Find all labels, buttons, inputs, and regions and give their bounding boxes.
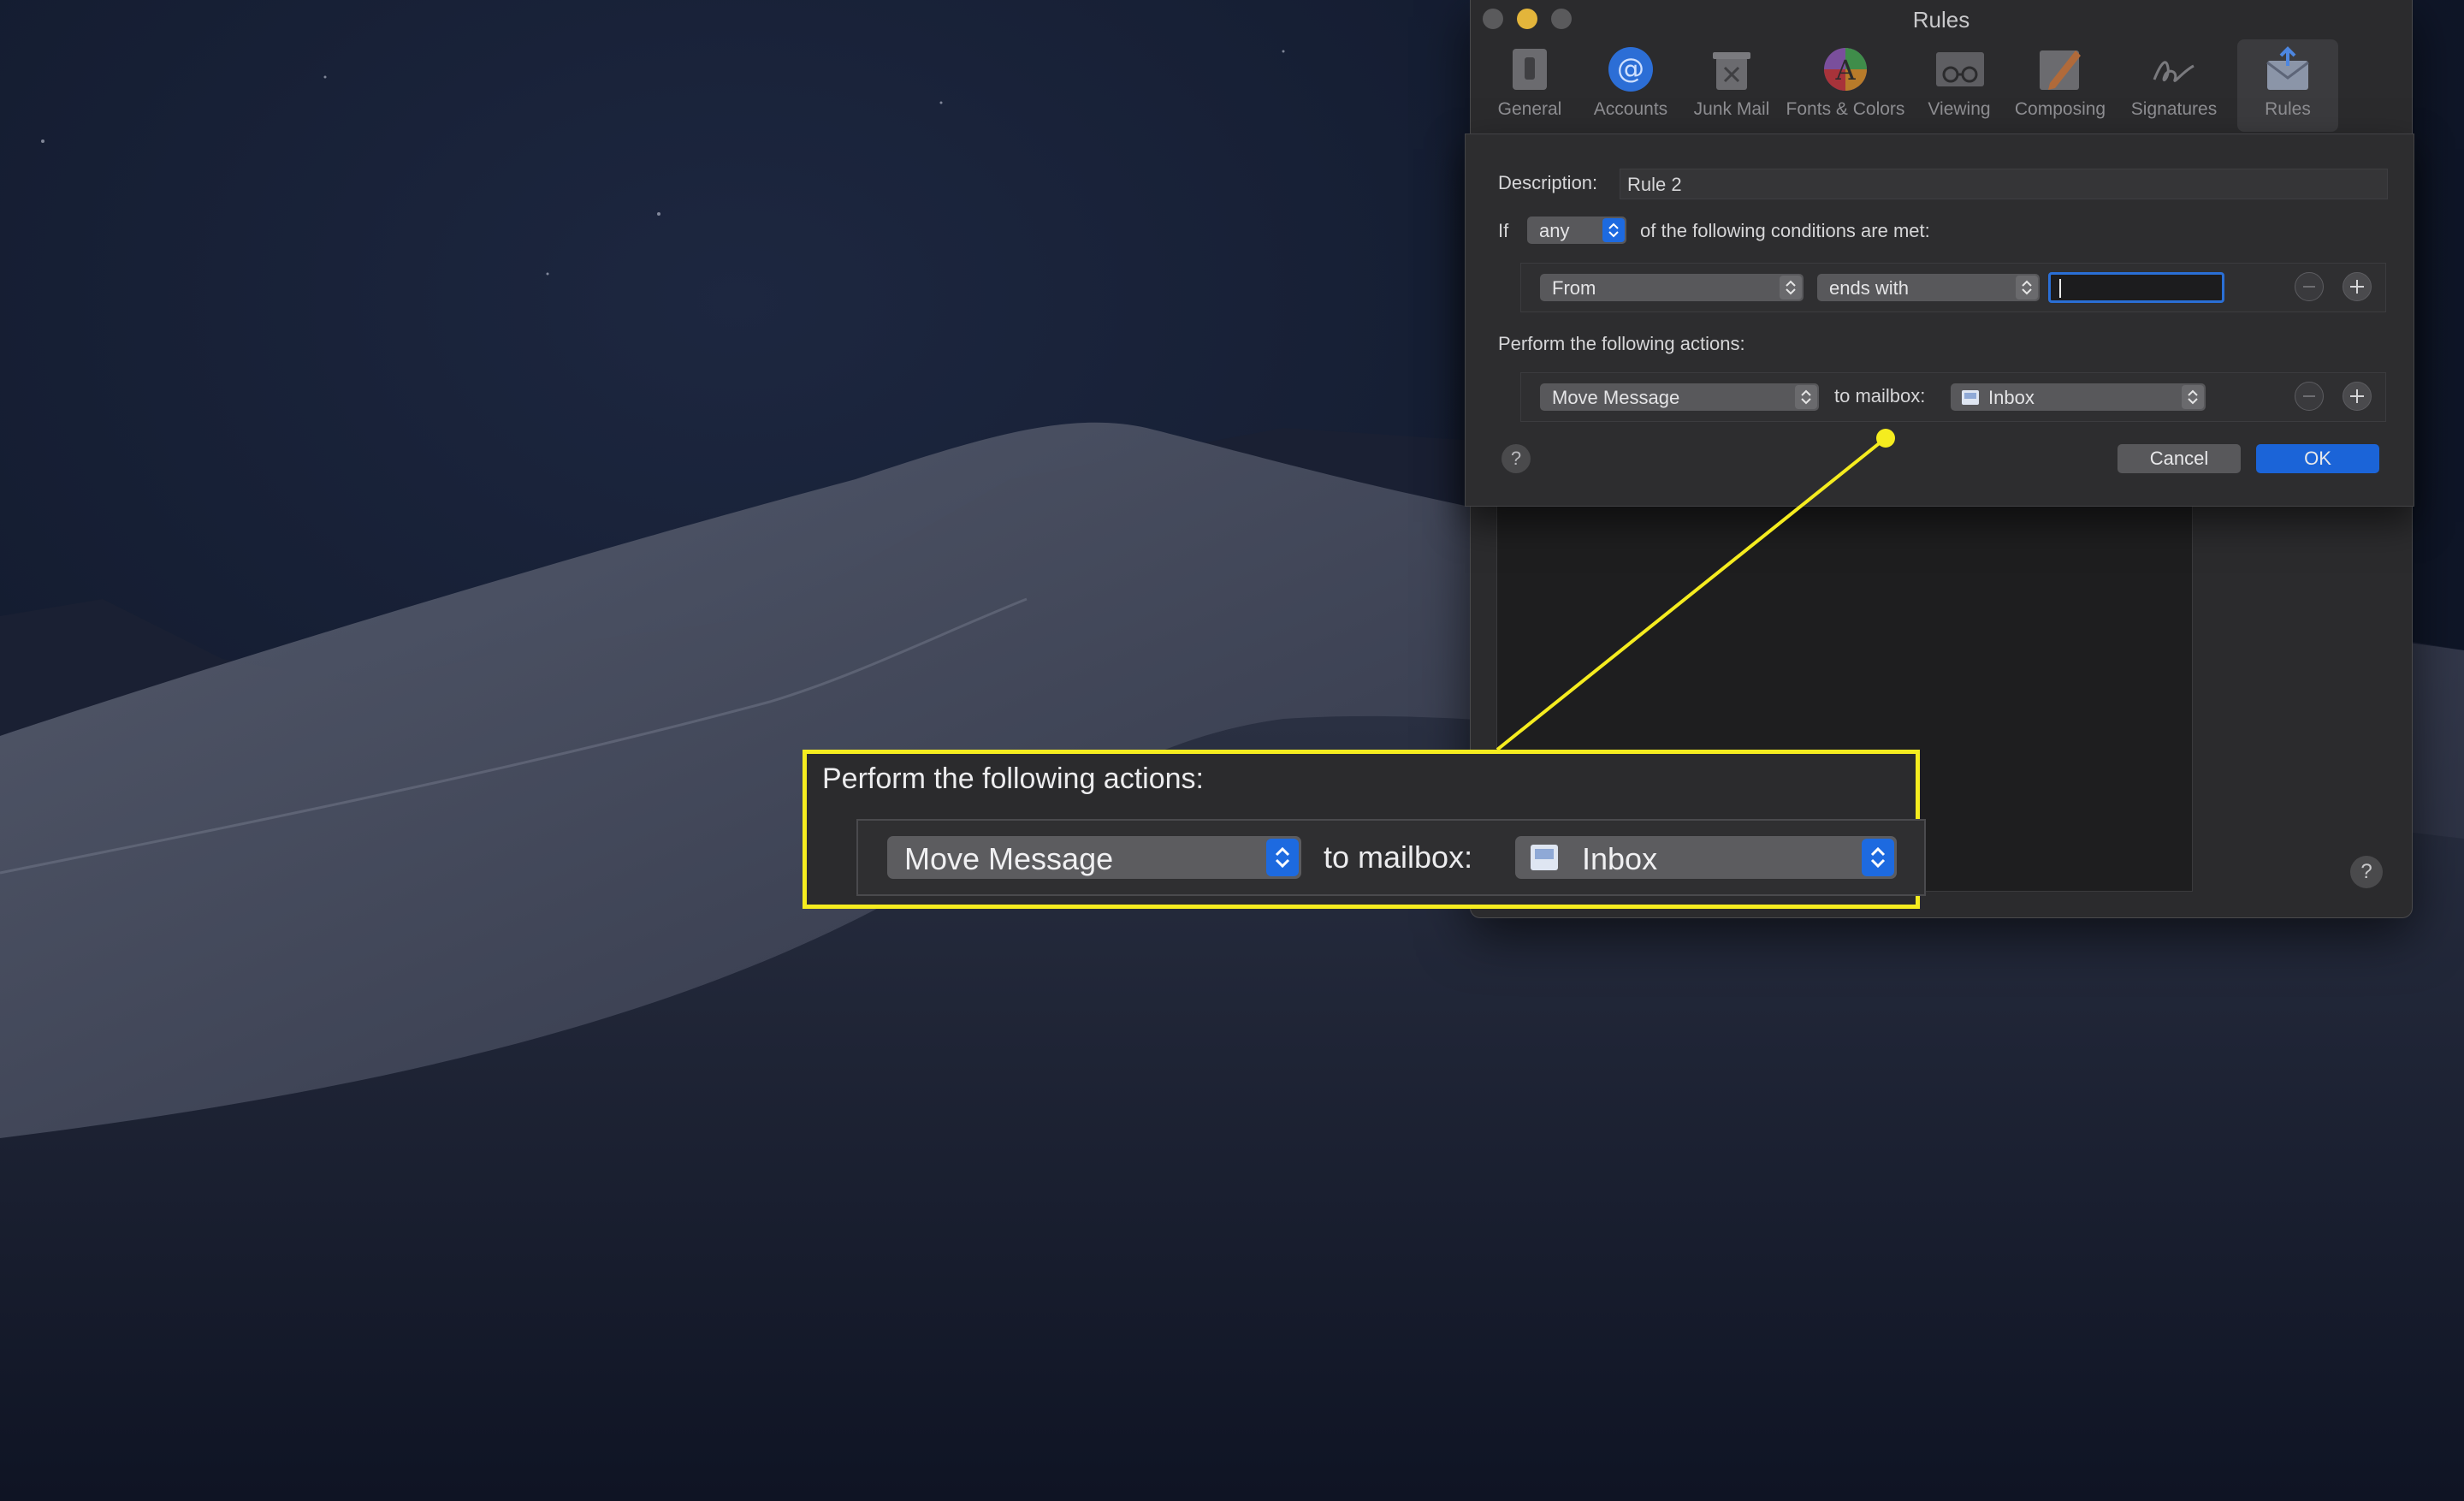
toolbar-item-rules[interactable]: Rules: [2237, 39, 2338, 132]
description-value: Rule 2: [1627, 174, 1682, 195]
add-condition-button[interactable]: [2343, 272, 2372, 301]
actions-label: Perform the following actions:: [1498, 333, 1745, 354]
match-popup[interactable]: any: [1527, 217, 1626, 244]
add-action-button[interactable]: [2343, 382, 2372, 411]
remove-condition-button[interactable]: [2295, 272, 2324, 301]
condition-field-popup[interactable]: From: [1540, 274, 1804, 301]
color-wheel-icon: A: [1821, 44, 1870, 94]
conditions-text: of the following conditions are met:: [1640, 220, 1930, 241]
toolbar-item-fonts-colors[interactable]: A Fonts & Colors: [1782, 39, 1909, 132]
callout-action-row: Move Message to mailbox: Inbox: [856, 819, 1926, 896]
callout-heading: Perform the following actions:: [822, 762, 1204, 795]
description-label: Description:: [1498, 172, 1598, 193]
toolbar-label: General: [1497, 99, 1562, 119]
envelope-icon: [2263, 44, 2313, 94]
action-row: Move Message to mailbox: Inbox: [1520, 372, 2386, 422]
updown-arrows-icon: [1266, 839, 1299, 876]
toolbar-label: Viewing: [1928, 99, 1991, 119]
mailbox-popup[interactable]: Inbox: [1951, 383, 2206, 411]
match-popup-value: any: [1539, 220, 1570, 241]
callout-action-value: Move Message: [904, 841, 1114, 876]
toolbar-label: Fonts & Colors: [1786, 99, 1905, 119]
toolbar-label: Composing: [2014, 99, 2106, 119]
condition-operator-popup[interactable]: ends with: [1817, 274, 2040, 301]
toolbar-item-viewing[interactable]: Viewing: [1909, 39, 2010, 132]
to-mailbox-label: to mailbox:: [1834, 385, 1926, 406]
pencil-icon: [2035, 44, 2085, 94]
callout-action-popup: Move Message: [887, 836, 1301, 879]
toolbar-item-junk-mail[interactable]: Junk Mail: [1681, 39, 1782, 132]
updown-arrows-icon: [1780, 276, 1802, 300]
preferences-help-button[interactable]: ?: [2350, 856, 2383, 888]
sheet-help-button[interactable]: ?: [1502, 444, 1531, 473]
ok-button[interactable]: OK: [2256, 444, 2379, 473]
cancel-button[interactable]: Cancel: [2118, 444, 2241, 473]
condition-operator-value: ends with: [1829, 277, 1909, 299]
toolbar-item-general[interactable]: General: [1479, 39, 1580, 132]
updown-arrows-icon: [2182, 385, 2204, 409]
switch-icon: [1505, 44, 1555, 94]
callout-mailbox-popup: Inbox: [1515, 836, 1897, 879]
description-field[interactable]: Rule 2: [1620, 169, 2388, 199]
window-title: Rules: [1912, 7, 1970, 33]
condition-value-input[interactable]: [2048, 272, 2224, 303]
text-caret: [2059, 279, 2061, 298]
trash-icon: [1707, 44, 1756, 94]
svg-text:@: @: [1617, 52, 1644, 85]
callout-mailbox-value: Inbox: [1582, 841, 1658, 876]
toolbar-label: Signatures: [2130, 99, 2218, 119]
remove-action-button[interactable]: [2295, 382, 2324, 411]
toolbar-item-signatures[interactable]: Signatures: [2111, 39, 2237, 132]
title-bar: Rules: [1471, 0, 2412, 38]
toolbar-item-composing[interactable]: Composing: [2010, 39, 2111, 132]
at-icon: @: [1606, 44, 1656, 94]
if-label: If: [1498, 220, 1509, 241]
callout-to-mailbox-label: to mailbox:: [1324, 839, 1473, 875]
condition-field-value: From: [1552, 277, 1596, 299]
toolbar-item-accounts[interactable]: @ Accounts: [1580, 39, 1681, 132]
mailbox-value: Inbox: [1988, 387, 2035, 408]
updown-arrows-icon: [1602, 218, 1625, 242]
zoom-callout: Perform the following actions: Move Mess…: [803, 750, 1926, 909]
svg-text:A: A: [1834, 54, 1856, 86]
rule-sheet: Description: Rule 2 If any of the follow…: [1465, 133, 2414, 507]
action-type-value: Move Message: [1552, 387, 1680, 408]
preferences-toolbar: General @ Accounts Junk Mail A Fonts & C…: [1479, 39, 2338, 132]
updown-arrows-icon: [1795, 385, 1817, 409]
condition-row: From ends with: [1520, 263, 2386, 312]
action-type-popup[interactable]: Move Message: [1540, 383, 1819, 411]
inbox-icon: [1961, 388, 1980, 412]
toolbar-label: Rules: [2265, 99, 2311, 119]
updown-arrows-icon: [2016, 276, 2038, 300]
glasses-icon: [1934, 44, 1984, 94]
toolbar-label: Accounts: [1593, 99, 1668, 119]
inbox-icon: [1529, 841, 1560, 881]
updown-arrows-icon: [1862, 839, 1894, 876]
toolbar-label: Junk Mail: [1693, 99, 1770, 119]
signature-icon: [2149, 44, 2199, 94]
